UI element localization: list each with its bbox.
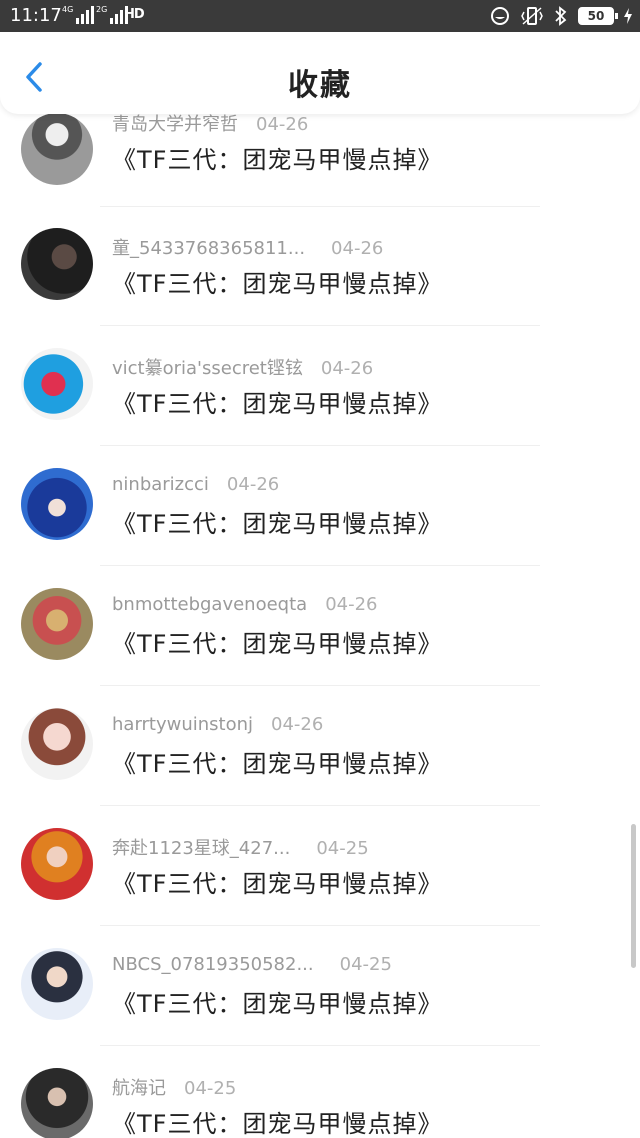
avatar[interactable] <box>21 948 93 1020</box>
item-meta: 奔赴1123星球_427... 04-25 <box>112 834 369 860</box>
book-title[interactable]: 《TF三代：团宠马甲慢点掉》 <box>112 504 442 539</box>
date: 04-26 <box>331 238 384 259</box>
item-meta: bnmottebgavenoeqta 04-26 <box>112 594 378 615</box>
item-meta: ninbarizcci 04-26 <box>112 474 279 495</box>
list-item[interactable]: 青岛大学并窄哲 04-26 《TF三代：团宠马甲慢点掉》 <box>0 114 640 228</box>
username[interactable]: bnmottebgavenoeqta <box>112 594 307 615</box>
username[interactable]: 航海记 <box>112 1078 166 1099</box>
charging-icon <box>624 8 632 24</box>
username[interactable]: vict纂oria'ssecret铿铉 <box>112 358 303 379</box>
avatar[interactable] <box>21 588 93 660</box>
network-type-label-2: 2G <box>96 5 108 14</box>
item-meta: 童_5433768365811... 04-26 <box>112 234 383 260</box>
bluetooth-icon <box>555 6 567 26</box>
nav-bar: 收藏 <box>0 32 640 114</box>
network-type-label: 4G <box>62 5 74 14</box>
username[interactable]: ninbarizcci <box>112 474 209 495</box>
avatar[interactable] <box>21 468 93 540</box>
status-time: 11:17 <box>10 5 62 26</box>
list-item[interactable]: NBCS_07819350582... 04-25 《TF三代：团宠马甲慢点掉》 <box>0 948 640 1068</box>
status-bar: 11:17 4G 2G HD 50 <box>0 0 640 32</box>
app-notification-icon <box>491 7 509 25</box>
avatar[interactable] <box>21 1068 93 1138</box>
item-meta: vict纂oria'ssecret铿铉 04-26 <box>112 354 373 380</box>
item-meta: harrtywuinstonj 04-26 <box>112 714 323 735</box>
signal-4g-icon: 4G <box>62 5 95 24</box>
book-title[interactable]: 《TF三代：团宠马甲慢点掉》 <box>112 140 442 175</box>
avatar[interactable] <box>21 708 93 780</box>
divider <box>100 925 540 926</box>
book-title[interactable]: 《TF三代：团宠马甲慢点掉》 <box>112 624 442 659</box>
date: 04-25 <box>184 1078 237 1099</box>
date: 04-25 <box>316 838 369 859</box>
username[interactable]: 童_5433768365811... <box>112 238 305 259</box>
username[interactable]: 奔赴1123星球_427... <box>112 838 290 859</box>
date: 04-25 <box>339 954 392 975</box>
username[interactable]: harrtywuinstonj <box>112 714 253 735</box>
scrollbar[interactable] <box>631 824 636 968</box>
divider <box>100 685 540 686</box>
avatar[interactable] <box>21 114 93 185</box>
divider <box>100 1045 540 1046</box>
avatar[interactable] <box>21 228 93 300</box>
book-title[interactable]: 《TF三代：团宠马甲慢点掉》 <box>112 864 442 899</box>
username[interactable]: 青岛大学并窄哲 <box>112 114 238 135</box>
date: 04-26 <box>320 358 374 379</box>
avatar[interactable] <box>21 828 93 900</box>
book-title[interactable]: 《TF三代：团宠马甲慢点掉》 <box>112 744 442 779</box>
divider <box>100 206 540 207</box>
favorites-list: 青岛大学并窄哲 04-26 《TF三代：团宠马甲慢点掉》 童_5433768365… <box>0 114 640 1138</box>
vibrate-icon <box>521 7 543 25</box>
divider <box>100 805 540 806</box>
divider <box>100 565 540 566</box>
list-item[interactable]: ninbarizcci 04-26 《TF三代：团宠马甲慢点掉》 <box>0 468 640 588</box>
book-title[interactable]: 《TF三代：团宠马甲慢点掉》 <box>112 1104 442 1138</box>
username[interactable]: NBCS_07819350582... <box>112 954 314 975</box>
book-title[interactable]: 《TF三代：团宠马甲慢点掉》 <box>112 264 442 299</box>
status-right-icons: 50 <box>490 4 632 28</box>
date: 04-26 <box>271 714 324 735</box>
item-meta: 青岛大学并窄哲 04-26 <box>112 114 308 136</box>
divider <box>100 325 540 326</box>
hd-voice-icon: HD <box>124 7 145 22</box>
divider <box>100 445 540 446</box>
date: 04-26 <box>256 114 309 135</box>
list-item[interactable]: harrtywuinstonj 04-26 《TF三代：团宠马甲慢点掉》 <box>0 708 640 828</box>
date: 04-26 <box>226 474 280 495</box>
item-meta: NBCS_07819350582... 04-25 <box>112 954 392 975</box>
list-item[interactable]: 奔赴1123星球_427... 04-25 《TF三代：团宠马甲慢点掉》 <box>0 828 640 948</box>
avatar[interactable] <box>21 348 93 420</box>
battery-icon: 50 <box>578 7 618 25</box>
date: 04-26 <box>325 594 378 615</box>
list-item[interactable]: bnmottebgavenoeqta 04-26 《TF三代：团宠马甲慢点掉》 <box>0 588 640 708</box>
list-item[interactable]: 童_5433768365811... 04-26 《TF三代：团宠马甲慢点掉》 <box>0 228 640 348</box>
list-item[interactable]: 航海记 04-25 《TF三代：团宠马甲慢点掉》 <box>0 1068 640 1138</box>
book-title[interactable]: 《TF三代：团宠马甲慢点掉》 <box>112 384 442 419</box>
book-title[interactable]: 《TF三代：团宠马甲慢点掉》 <box>112 984 442 1019</box>
list-item[interactable]: vict纂oria'ssecret铿铉 04-26 《TF三代：团宠马甲慢点掉》 <box>0 348 640 468</box>
page-title: 收藏 <box>288 68 352 103</box>
item-meta: 航海记 04-25 <box>112 1074 236 1100</box>
